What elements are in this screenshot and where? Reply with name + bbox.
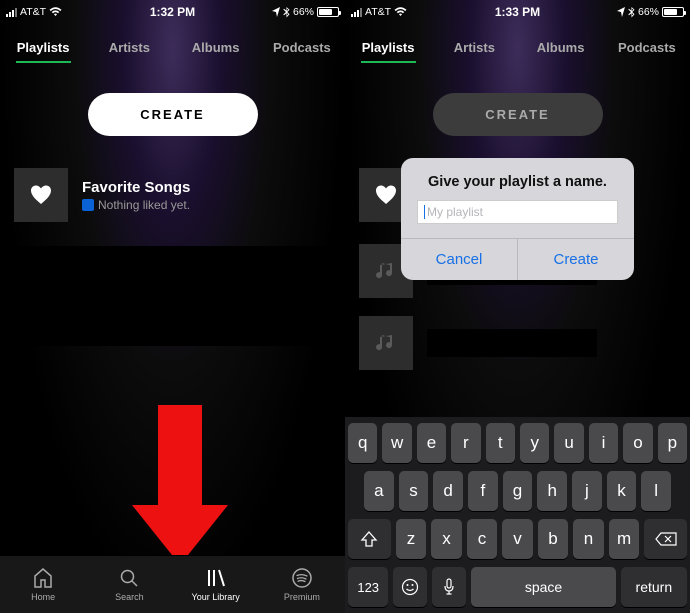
right-phone: AT&T 1:33 PM 66% Playlists Artists Album… bbox=[345, 0, 690, 613]
bottom-nav: Home Search Your Library Premium bbox=[0, 555, 345, 613]
key-i[interactable]: i bbox=[589, 423, 618, 463]
tab-artists[interactable]: Artists bbox=[86, 40, 172, 63]
bluetooth-icon bbox=[628, 7, 635, 18]
key-j[interactable]: j bbox=[572, 471, 602, 511]
key-h[interactable]: h bbox=[537, 471, 567, 511]
key-f[interactable]: f bbox=[468, 471, 498, 511]
placeholder-text: My playlist bbox=[427, 205, 483, 219]
key-m[interactable]: m bbox=[609, 519, 640, 559]
wifi-icon bbox=[49, 7, 62, 17]
location-icon bbox=[272, 7, 280, 17]
key-b[interactable]: b bbox=[538, 519, 569, 559]
redacted-label bbox=[427, 329, 597, 357]
kb-row-3: z x c v b n m bbox=[348, 519, 687, 559]
create-playlist-button[interactable]: CREATE bbox=[88, 93, 258, 136]
signal-icon bbox=[351, 8, 362, 17]
key-d[interactable]: d bbox=[433, 471, 463, 511]
key-space[interactable]: space bbox=[471, 567, 615, 607]
key-p[interactable]: p bbox=[658, 423, 687, 463]
bluetooth-icon bbox=[283, 7, 290, 18]
battery-icon bbox=[662, 7, 684, 17]
music-note-icon bbox=[359, 316, 413, 370]
favorite-songs-sub: Nothing liked yet. bbox=[98, 198, 190, 212]
status-bar: AT&T 1:32 PM 66% bbox=[0, 0, 345, 20]
tab-podcasts[interactable]: Podcasts bbox=[259, 40, 345, 63]
download-badge-icon bbox=[82, 199, 94, 211]
status-bar: AT&T 1:33 PM 66% bbox=[345, 0, 690, 20]
left-phone: AT&T 1:32 PM 66% Playlists Artists Album… bbox=[0, 0, 345, 613]
battery-icon bbox=[317, 7, 339, 17]
favorite-songs-row[interactable]: Favorite Songs Nothing liked yet. bbox=[0, 162, 345, 228]
carrier-label: AT&T bbox=[20, 6, 46, 18]
key-t[interactable]: t bbox=[486, 423, 515, 463]
create-button[interactable]: Create bbox=[517, 239, 634, 280]
key-q[interactable]: q bbox=[348, 423, 377, 463]
playlist-name-input[interactable]: My playlist bbox=[417, 200, 618, 224]
nav-library[interactable]: Your Library bbox=[173, 556, 259, 613]
key-e[interactable]: e bbox=[417, 423, 446, 463]
kb-row-1: q w e r t y u i o p bbox=[348, 423, 687, 463]
nav-home[interactable]: Home bbox=[0, 556, 86, 613]
key-g[interactable]: g bbox=[503, 471, 533, 511]
clock: 1:33 PM bbox=[451, 5, 584, 19]
key-c[interactable]: c bbox=[467, 519, 498, 559]
key-v[interactable]: v bbox=[502, 519, 533, 559]
key-o[interactable]: o bbox=[623, 423, 652, 463]
tab-podcasts[interactable]: Podcasts bbox=[604, 40, 690, 63]
key-n[interactable]: n bbox=[573, 519, 604, 559]
key-emoji[interactable] bbox=[393, 567, 427, 607]
spotify-icon bbox=[292, 567, 312, 589]
heart-icon bbox=[14, 168, 68, 222]
library-tabs: Playlists Artists Albums Podcasts bbox=[0, 20, 345, 71]
playlist-row[interactable] bbox=[345, 310, 690, 376]
nav-premium[interactable]: Premium bbox=[259, 556, 345, 613]
wifi-icon bbox=[394, 7, 407, 17]
search-icon bbox=[119, 567, 139, 589]
name-playlist-dialog: Give your playlist a name. My playlist C… bbox=[401, 158, 634, 280]
key-y[interactable]: y bbox=[520, 423, 549, 463]
battery-pct: 66% bbox=[638, 6, 659, 18]
signal-icon bbox=[6, 8, 17, 17]
kb-row-2: a s d f g h j k l bbox=[348, 471, 687, 511]
tab-playlists[interactable]: Playlists bbox=[0, 40, 86, 63]
keyboard: q w e r t y u i o p a s d f g h j k l z bbox=[345, 417, 690, 613]
tab-playlists[interactable]: Playlists bbox=[345, 40, 431, 63]
key-123[interactable]: 123 bbox=[348, 567, 388, 607]
key-u[interactable]: u bbox=[554, 423, 583, 463]
library-tabs: Playlists Artists Albums Podcasts bbox=[345, 20, 690, 71]
carrier-label: AT&T bbox=[365, 6, 391, 18]
key-z[interactable]: z bbox=[396, 519, 427, 559]
key-l[interactable]: l bbox=[641, 471, 671, 511]
tab-albums[interactable]: Albums bbox=[173, 40, 259, 63]
nav-search[interactable]: Search bbox=[86, 556, 172, 613]
key-r[interactable]: r bbox=[451, 423, 480, 463]
key-w[interactable]: w bbox=[382, 423, 411, 463]
nav-premium-label: Premium bbox=[284, 592, 320, 602]
key-backspace[interactable] bbox=[644, 519, 687, 559]
cancel-button[interactable]: Cancel bbox=[401, 239, 517, 280]
nav-search-label: Search bbox=[115, 592, 144, 602]
battery-pct: 66% bbox=[293, 6, 314, 18]
location-icon bbox=[617, 7, 625, 17]
library-icon bbox=[205, 567, 227, 589]
key-shift[interactable] bbox=[348, 519, 391, 559]
key-a[interactable]: a bbox=[364, 471, 394, 511]
dialog-title: Give your playlist a name. bbox=[401, 158, 634, 200]
key-x[interactable]: x bbox=[431, 519, 462, 559]
favorite-songs-title: Favorite Songs bbox=[82, 179, 190, 196]
key-s[interactable]: s bbox=[399, 471, 429, 511]
key-dictate[interactable] bbox=[432, 567, 466, 607]
nav-library-label: Your Library bbox=[192, 592, 240, 602]
home-icon bbox=[32, 567, 54, 589]
clock: 1:32 PM bbox=[106, 5, 239, 19]
create-playlist-button[interactable]: CREATE bbox=[433, 93, 603, 136]
nav-home-label: Home bbox=[31, 592, 55, 602]
kb-row-4: 123 space return bbox=[348, 567, 687, 607]
key-return[interactable]: return bbox=[621, 567, 687, 607]
key-k[interactable]: k bbox=[607, 471, 637, 511]
redacted-block bbox=[14, 246, 331, 346]
tab-artists[interactable]: Artists bbox=[431, 40, 517, 63]
tab-albums[interactable]: Albums bbox=[518, 40, 604, 63]
